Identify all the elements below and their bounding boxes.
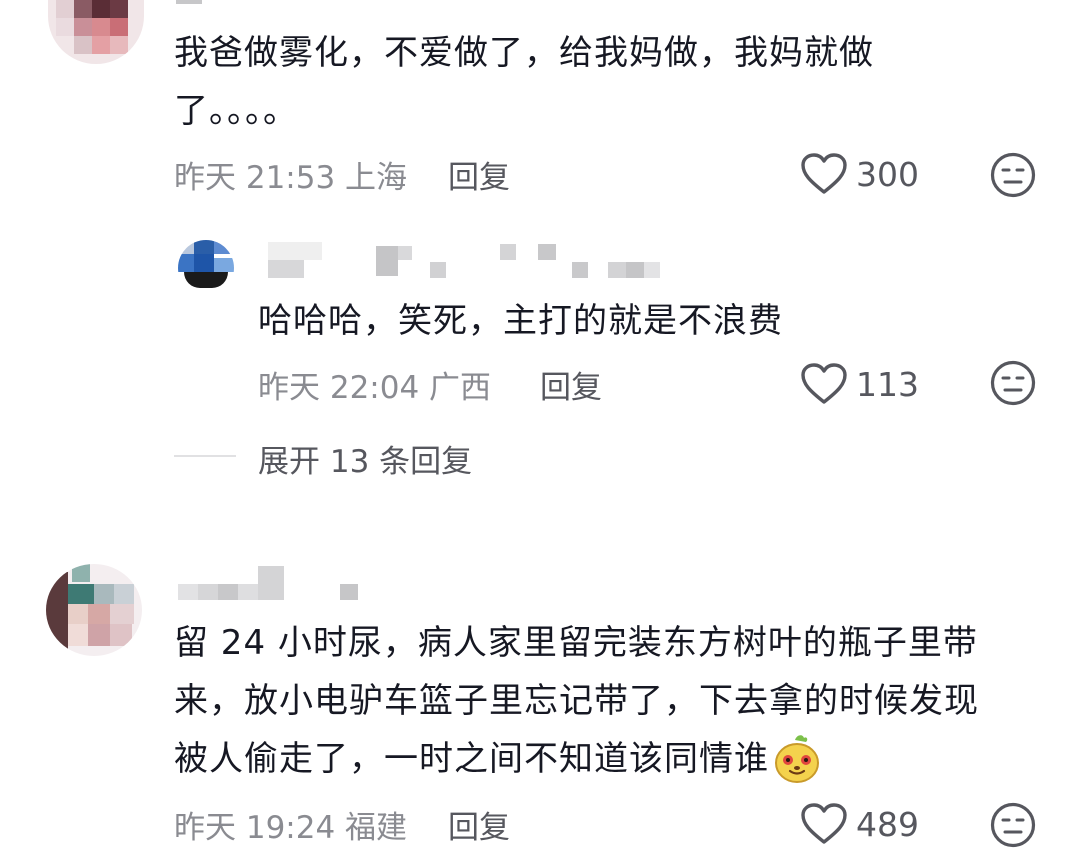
comment-meta: 昨天 21:53 上海 [174, 160, 408, 196]
yellow-cartoon-face-emoji [775, 735, 819, 783]
comment-list: 我爸做雾化，不爱做了，给我妈做，我妈就做 了。。。。 昨天 21:53 上海 回… [0, 0, 1080, 865]
username-blurred[interactable] [178, 566, 368, 606]
reply-username-blurred[interactable] [268, 242, 668, 282]
neutral-face-icon[interactable] [990, 802, 1036, 848]
like-button[interactable]: 489 [800, 802, 919, 846]
avatar[interactable] [48, 0, 144, 64]
reply-button[interactable]: 回复 [448, 152, 510, 197]
reply-button[interactable]: 回复 [448, 802, 510, 847]
like-count: 300 [856, 154, 919, 194]
comment-text-line-with-emoji: 被人偷走了，一时之间不知道该同情谁 [174, 730, 1054, 788]
comment-text-line: 我爸做雾化，不爱做了，给我妈做，我妈就做 [174, 33, 874, 73]
comment-text: 留 24 小时尿，病人家里留完装东方树叶的瓶子里带 来，放小电驴车篮子里忘记带了… [174, 614, 1054, 788]
comment-text: 我爸做雾化，不爱做了，给我妈做，我妈就做 了。。。。 [174, 24, 954, 140]
heart-outline-icon [801, 363, 847, 404]
neutral-face-icon[interactable] [990, 360, 1036, 406]
like-button[interactable]: 300 [800, 152, 919, 196]
comment-text-line: 了。。。。 [174, 91, 298, 131]
avatar[interactable] [46, 564, 142, 656]
heart-outline-icon [801, 153, 847, 194]
reply-button[interactable]: 回复 [540, 362, 602, 407]
expand-replies-button[interactable]: 展开 13 条回复 [258, 436, 472, 481]
reply-avatar[interactable] [178, 240, 234, 296]
comment-meta: 昨天 19:24 福建 [174, 810, 408, 846]
heart-outline-icon [801, 803, 847, 844]
comment-text-line: 被人偷走了，一时之间不知道该同情谁 [174, 739, 769, 779]
reply-text: 哈哈哈，笑死，主打的就是不浪费 [258, 301, 783, 341]
reply-meta: 昨天 22:04 广西 [258, 370, 492, 406]
comment-text-line: 留 24 小时尿，病人家里留完装东方树叶的瓶子里带 [174, 623, 978, 663]
like-count: 489 [856, 804, 919, 844]
comment-text-line: 来，放小电驴车篮子里忘记带了，下去拿的时候发现 [174, 681, 979, 721]
like-button[interactable]: 113 [800, 362, 919, 406]
like-count: 113 [856, 364, 919, 404]
username-blurred[interactable] [176, 0, 216, 6]
neutral-face-icon[interactable] [990, 152, 1036, 198]
expand-divider [174, 455, 236, 457]
